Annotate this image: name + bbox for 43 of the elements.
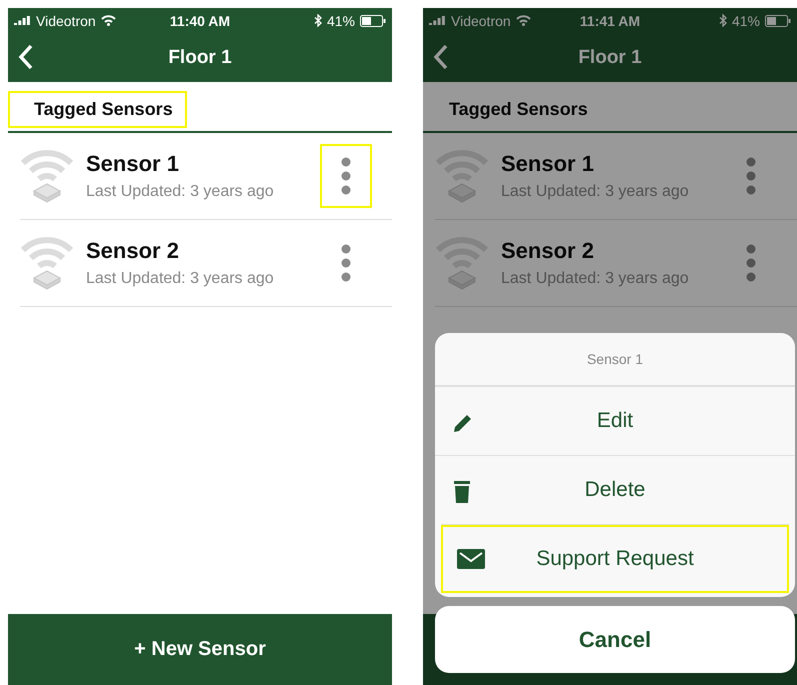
- cancel-button[interactable]: Cancel: [435, 606, 795, 673]
- signal-icon: [429, 16, 446, 26]
- wifi-icon: [516, 15, 531, 26]
- signal-icon: [14, 16, 31, 26]
- wifi-icon: [100, 15, 116, 26]
- sensor-wifi-icon: [435, 147, 489, 205]
- action-sheet-item[interactable]: Edit: [435, 386, 795, 455]
- battery-percent: 41%: [732, 12, 760, 28]
- sensor-wifi-icon: [435, 234, 489, 292]
- sensor-name: Sensor 2: [501, 238, 595, 264]
- battery-percent: 41%: [326, 12, 355, 28]
- status-time: 11:40 AM: [170, 12, 230, 28]
- battery-icon: [765, 14, 791, 26]
- sensor-name: Sensor 1: [86, 151, 180, 177]
- battery-icon: [360, 14, 386, 26]
- last-updated-text: Last Updated: 3 years ago: [86, 183, 275, 201]
- sensor-wifi-icon: [20, 147, 74, 205]
- more-vertical-icon: [341, 244, 351, 282]
- sensor-name: Sensor 1: [501, 151, 595, 177]
- screen-title: Floor 1: [167, 46, 233, 68]
- carrier-label: Videotron: [36, 12, 96, 28]
- last-updated-text: Last Updated: 3 years ago: [501, 270, 690, 288]
- action-sheet-title: Sensor 1: [435, 333, 795, 386]
- more-vertical-icon: [746, 244, 756, 282]
- section-heading: Tagged Sensors: [448, 98, 589, 121]
- more-vertical-icon: [746, 157, 756, 195]
- more-vertical-icon: [341, 157, 351, 195]
- status-time: 11:41 AM: [580, 12, 640, 28]
- action-sheet-item[interactable]: Delete: [435, 455, 795, 524]
- sensor-wifi-icon: [20, 234, 74, 292]
- section-heading: Tagged Sensors: [8, 91, 187, 128]
- trash-icon: [451, 480, 473, 504]
- sensor-name: Sensor 2: [86, 238, 180, 264]
- screen-title: Floor 1: [577, 46, 643, 68]
- last-updated-text: Last Updated: 3 years ago: [86, 270, 275, 288]
- envelope-icon: [457, 549, 485, 569]
- last-updated-text: Last Updated: 3 years ago: [501, 183, 690, 201]
- bluetooth-icon: [314, 14, 322, 27]
- action-sheet-item[interactable]: Support Request: [441, 524, 789, 593]
- new-sensor-button[interactable]: + New Sensor: [8, 614, 392, 685]
- more-menu-button[interactable]: [320, 144, 372, 208]
- bluetooth-icon: [718, 14, 727, 27]
- carrier-label: Videotron: [451, 12, 511, 28]
